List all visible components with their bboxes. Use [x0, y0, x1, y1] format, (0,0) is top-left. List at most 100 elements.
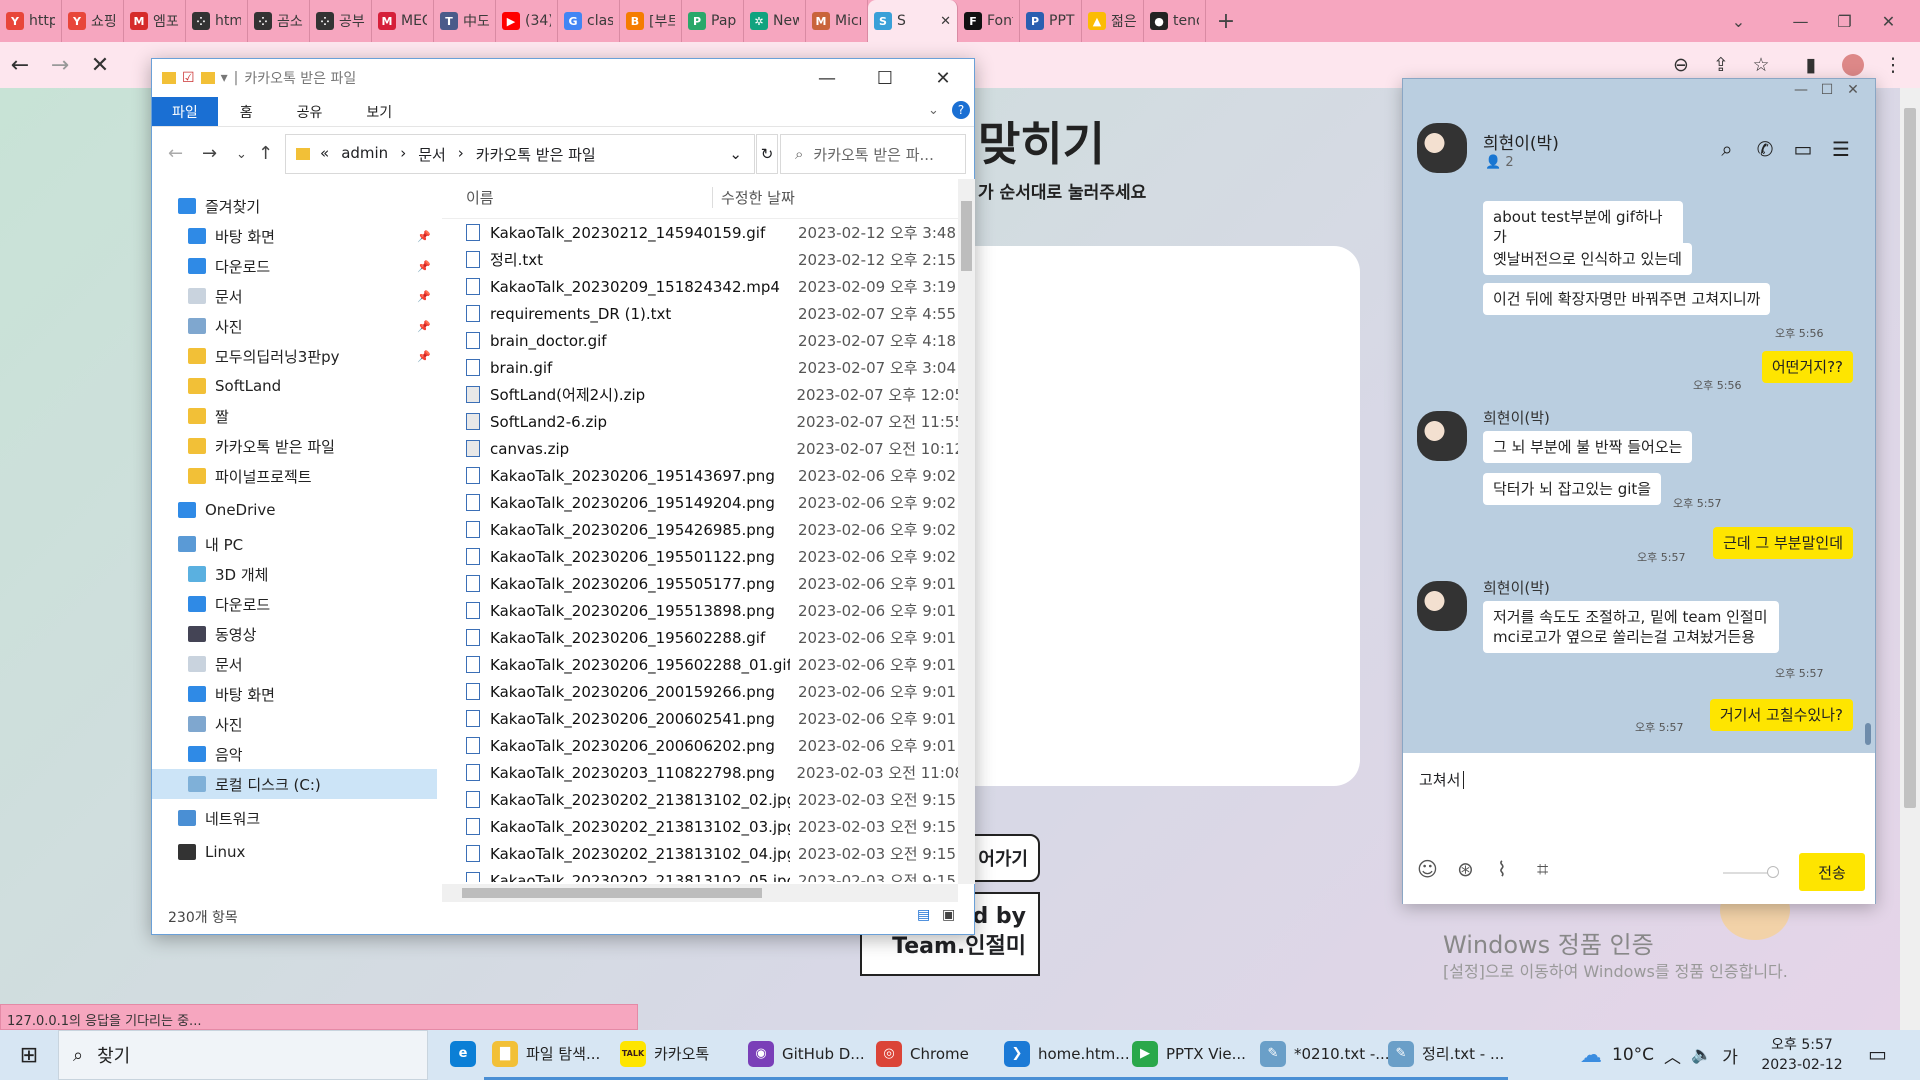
browser-tab[interactable]: B [부트 [620, 0, 682, 42]
ribbon-expand-icon[interactable]: ⌄ [928, 103, 939, 118]
partner-message-bubble[interactable]: 저거를 속도도 조절하고, 밑에 team 인절미mci로고가 옆으로 쏠리는걸… [1483, 601, 1779, 653]
browser-tab[interactable]: Gclass [558, 0, 620, 42]
column-date-header[interactable]: 수정한 날짜 [712, 187, 795, 208]
file-row[interactable]: brain_doctor.gif 2023-02-07 오후 4:18 [442, 327, 964, 354]
partner-message-bubble[interactable]: 그 뇌 부분에 불 반짝 들어오는 [1483, 431, 1693, 463]
taskbar-app[interactable]: ❯ home.htm... [996, 1030, 1130, 1080]
browser-tab[interactable]: S S ✕ [868, 0, 958, 42]
nav-item[interactable]: 3D 개체 [152, 559, 437, 589]
back-arrow-icon[interactable]: ← [168, 143, 183, 164]
nav-item[interactable]: 다운로드 📌 [152, 251, 437, 281]
browser-tab[interactable]: Yhttps [0, 0, 62, 42]
browser-tab[interactable]: ● tend [1144, 0, 1206, 42]
nav-item[interactable]: OneDrive [152, 495, 437, 525]
recent-chevron-icon[interactable]: ⌄ [236, 147, 247, 162]
taskbar-app[interactable]: TALK 카카오톡 [612, 1030, 740, 1080]
browser-tab[interactable]: M MEG [372, 0, 434, 42]
message-input[interactable]: 고쳐서 [1419, 769, 1465, 790]
taskbar-app[interactable]: ◎ Chrome [868, 1030, 996, 1080]
nav-item[interactable]: 바탕 화면 [152, 679, 437, 709]
file-row[interactable]: KakaoTalk_20230206_195149204.png 2023-02-… [442, 489, 964, 516]
file-row[interactable]: KakaoTalk_20230212_145940159.gif 2023-02-… [442, 219, 964, 246]
new-tab-button[interactable]: + [1206, 9, 1246, 34]
details-view-icon[interactable]: ▤ [917, 907, 930, 923]
file-row[interactable]: 정리.txt 2023-02-12 오후 2:15 [442, 246, 964, 273]
send-button[interactable]: 전송 [1799, 853, 1865, 891]
nav-item[interactable]: 파이널프로젝트 [152, 461, 437, 491]
file-row[interactable]: KakaoTalk_20230206_195602288_01.gif 2023-… [442, 651, 964, 678]
pin-icon[interactable]: 📌 [417, 350, 431, 363]
ribbon-tab[interactable]: 파일 [152, 97, 218, 126]
nav-item[interactable]: 사진 📌 [152, 311, 437, 341]
tab-close-icon[interactable]: ✕ [940, 14, 951, 29]
file-list-hscroll-thumb[interactable] [462, 888, 762, 898]
browser-tab[interactable]: Y 쇼핑 [62, 0, 124, 42]
nav-item[interactable]: 카카오톡 받은 파일 [152, 431, 437, 461]
my-message-bubble[interactable]: 근데 그 부분말인데 [1713, 527, 1853, 559]
browser-tab[interactable]: T 中도 [434, 0, 496, 42]
side-panel-icon[interactable]: ▮ [1796, 50, 1826, 80]
notification-icon[interactable]: ▭ [1868, 1042, 1887, 1066]
share-icon[interactable]: ⇪ [1706, 50, 1736, 80]
browser-tab[interactable]: ▲ 젊은 [1082, 0, 1144, 42]
nav-item[interactable]: 문서 [152, 649, 437, 679]
browser-tab[interactable]: F Font [958, 0, 1020, 42]
weather-cloud-icon[interactable]: ☁ [1580, 1043, 1602, 1068]
chat-search-icon[interactable]: ⌕ [1713, 137, 1741, 161]
file-row[interactable]: KakaoTalk_20230206_200606202.png 2023-02-… [442, 732, 964, 759]
browser-tab[interactable]: P Papa [682, 0, 744, 42]
breadcrumb-item[interactable]: admin [341, 144, 388, 165]
file-row[interactable]: KakaoTalk_20230206_195513898.png 2023-02-… [442, 597, 964, 624]
file-row[interactable]: KakaoTalk_20230202_213813102_03.jpg 2023-… [442, 813, 964, 840]
taskbar-app[interactable]: ▶ PPTX Vie... [1124, 1030, 1252, 1080]
start-button[interactable]: ⊞ [0, 1030, 58, 1080]
browser-tab[interactable]: P PPTX [1020, 0, 1082, 42]
file-row[interactable]: brain.gif 2023-02-07 오후 3:04 [442, 354, 964, 381]
chat-close-button[interactable]: ✕ [1840, 81, 1866, 99]
large-icons-view-icon[interactable]: ▣ [942, 907, 955, 923]
column-name-header[interactable]: 이름 [442, 187, 712, 208]
browser-restore-button[interactable]: ❐ [1822, 0, 1867, 42]
file-list-scrollbar[interactable] [958, 179, 975, 884]
nav-item[interactable]: 짤 [152, 401, 437, 431]
ime-indicator[interactable]: 가 [1722, 1043, 1738, 1068]
weather-temp[interactable]: 10°C [1612, 1045, 1654, 1065]
taskbar-app[interactable]: ✎ 정리.txt - ... [1380, 1030, 1508, 1080]
message-input-area[interactable]: 고쳐서 ☺ ⊛ ⌇ ⌗ 전송 [1403, 753, 1875, 904]
browser-tab[interactable]: M 엠포 [124, 0, 186, 42]
nav-item[interactable]: 내 PC [152, 529, 437, 559]
taskbar-search[interactable]: ⌕ 찾기 [58, 1030, 428, 1080]
nav-item[interactable]: 음악 [152, 739, 437, 769]
sender-avatar[interactable] [1417, 581, 1467, 631]
zoom-icon[interactable]: ⊖ [1666, 50, 1696, 80]
browser-tab[interactable]: ⁘ html [186, 0, 248, 42]
page-scrollbar[interactable] [1900, 88, 1920, 1030]
refresh-icon[interactable]: ↻ [756, 134, 778, 174]
partner-message-bubble[interactable]: 옛날버전으로 인식하고 있는데 [1483, 243, 1692, 275]
attach-file-icon[interactable]: ⌇ [1497, 857, 1507, 881]
file-row[interactable]: KakaoTalk_20230202_213813102_05.jpg 2023-… [442, 867, 964, 882]
profile-avatar[interactable] [1838, 50, 1868, 80]
capture-icon[interactable]: ⌗ [1537, 857, 1548, 881]
partner-message-bubble[interactable]: 닥터가 뇌 잡고있는 git을 [1483, 473, 1662, 505]
browser-menu-icon[interactable]: ⋮ [1878, 50, 1908, 80]
taskbar-clock[interactable]: 오후 5:57 2023-02-12 [1752, 1030, 1852, 1075]
ribbon-tab[interactable]: 홈 [218, 97, 275, 126]
chat-menu-icon[interactable]: ☰ [1827, 137, 1855, 161]
forward-button[interactable]: → [40, 53, 80, 78]
breadcrumb-item[interactable]: 문서 [418, 144, 446, 165]
video-call-icon[interactable]: ▭ [1789, 137, 1817, 161]
nav-item[interactable]: 로컬 디스크 (C:) [152, 769, 437, 799]
bookmark-star-icon[interactable]: ☆ [1746, 50, 1776, 80]
browser-close-button[interactable]: ✕ [1866, 0, 1911, 42]
call-icon[interactable]: ✆ [1751, 137, 1779, 161]
nav-item[interactable]: 모두의딥러닝3판py 📌 [152, 341, 437, 371]
nav-item[interactable]: Linux [152, 837, 437, 867]
chat-maximize-button[interactable]: ☐ [1814, 81, 1840, 99]
pin-icon[interactable]: 📌 [417, 260, 431, 273]
quick-access-chevron-icon[interactable]: ▾ [221, 70, 228, 86]
explorer-search-input[interactable]: ⌕ 카카오톡 받은 파... [780, 134, 966, 174]
file-row[interactable]: KakaoTalk_20230206_195426985.png 2023-02-… [442, 516, 964, 543]
file-row[interactable]: KakaoTalk_20230206_200602541.png 2023-02-… [442, 705, 964, 732]
browser-tab[interactable]: ✲ New [744, 0, 806, 42]
